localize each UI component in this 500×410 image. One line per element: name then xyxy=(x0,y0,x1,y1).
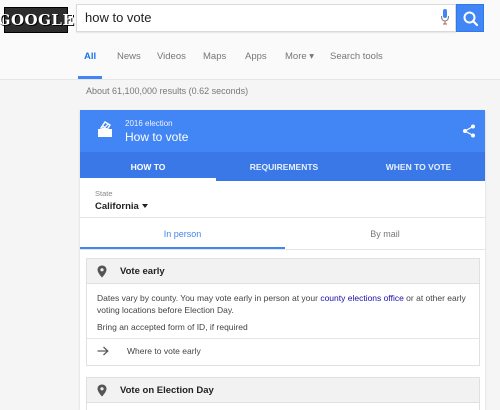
tab-maps[interactable]: Maps xyxy=(203,51,226,62)
search-button[interactable] xyxy=(456,4,484,32)
caret-down-icon[interactable] xyxy=(142,204,148,208)
card-title: How to vote xyxy=(125,130,189,144)
tab-news[interactable]: News xyxy=(117,51,141,62)
section-title: Vote early xyxy=(120,266,165,277)
state-dropdown[interactable]: California xyxy=(95,201,139,212)
section-id-note: Bring an accepted form of ID, if require… xyxy=(97,322,248,332)
search-input[interactable]: how to vote xyxy=(85,10,152,25)
arrow-right-icon[interactable] xyxy=(97,346,109,356)
tab-videos[interactable]: Videos xyxy=(157,51,186,62)
active-tab-indicator xyxy=(78,76,102,79)
section-title: Vote on Election Day xyxy=(120,385,214,396)
how-to-vote-card: 2016 election How to vote HOW TO REQUIRE… xyxy=(80,110,485,410)
card-subtabs: HOW TO REQUIREMENTS WHEN TO VOTE xyxy=(80,152,485,181)
vote-mode-tabs: In person By mail xyxy=(80,217,485,250)
search-box[interactable]: how to vote xyxy=(76,4,456,32)
active-subtab-indicator xyxy=(80,178,216,181)
state-label: State xyxy=(95,189,113,198)
google-logo[interactable]: GOOGLE xyxy=(0,7,74,33)
subtab-how-to[interactable]: HOW TO xyxy=(80,152,216,181)
county-elections-office-link[interactable]: county elections office xyxy=(320,293,403,303)
section-header[interactable]: Vote on Election Day xyxy=(87,378,479,403)
tab-more[interactable]: More ▾ xyxy=(285,51,314,62)
subtab-requirements[interactable]: REQUIREMENTS xyxy=(216,152,352,181)
active-mode-indicator xyxy=(80,247,285,249)
result-stats: About 61,100,000 results (0.62 seconds) xyxy=(86,86,249,96)
tab-all[interactable]: All xyxy=(84,51,96,62)
microphone-icon[interactable] xyxy=(440,8,450,28)
location-pin-icon xyxy=(97,384,107,397)
card-header: 2016 election How to vote xyxy=(80,110,485,152)
where-to-vote-early-link[interactable]: Where to vote early xyxy=(127,346,201,356)
tab-apps[interactable]: Apps xyxy=(245,51,267,62)
mode-tab-by-mail[interactable]: By mail xyxy=(285,218,485,249)
location-pin-icon xyxy=(97,265,107,278)
section-vote-on-election-day: Vote on Election Day xyxy=(86,377,480,410)
ballot-box-icon xyxy=(98,121,112,137)
search-icon xyxy=(463,11,479,27)
section-vote-early: Vote early Dates vary by county. You may… xyxy=(86,258,480,366)
section-description: Dates vary by county. You may vote early… xyxy=(97,293,466,315)
subtab-when-to-vote[interactable]: WHEN TO VOTE xyxy=(352,152,485,181)
search-header: GOOGLE how to vote All News Videos Maps … xyxy=(0,0,500,80)
section-header[interactable]: Vote early xyxy=(87,259,479,284)
share-icon[interactable] xyxy=(462,124,476,138)
card-subtitle: 2016 election xyxy=(125,119,173,128)
divider xyxy=(87,338,479,339)
tab-search-tools[interactable]: Search tools xyxy=(330,51,383,62)
mode-tab-in-person[interactable]: In person xyxy=(80,218,285,249)
search-tabs: All News Videos Maps Apps More ▾ Search … xyxy=(0,44,500,80)
